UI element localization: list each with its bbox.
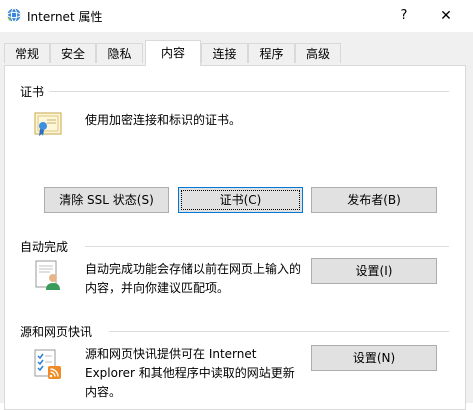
group-divider: [109, 331, 449, 332]
feeds-description-line2: Explorer 和其他程序中读取的网站更新: [85, 366, 295, 380]
autocomplete-heading: 自动完成: [20, 240, 69, 254]
tab-programs[interactable]: 程序: [248, 43, 295, 63]
window-title: Internet 属性: [27, 10, 103, 24]
clear-ssl-state-button[interactable]: 清除 SSL 状态(S): [44, 187, 169, 213]
group-divider: [85, 246, 449, 247]
tab-content[interactable]: 内容: [145, 40, 201, 66]
feeds-settings-button[interactable]: 设置(N): [311, 345, 437, 371]
tab-advanced[interactable]: 高级: [295, 43, 341, 63]
tab-connections[interactable]: 连接: [201, 43, 248, 63]
feeds-icon: [34, 349, 61, 379]
autocomplete-settings-button[interactable]: 设置(I): [311, 258, 437, 284]
title-bar: Internet 属性 ? ✕: [0, 0, 473, 32]
certificates-button[interactable]: 证书(C): [178, 187, 303, 213]
tab-privacy[interactable]: 隐私: [96, 43, 143, 63]
tab-security[interactable]: 安全: [50, 43, 96, 63]
tab-strip: 常规 安全 隐私 内容 连接 程序 高级: [4, 40, 469, 66]
certificate-icon: [34, 112, 62, 136]
autocomplete-description-line1: 自动完成功能会存储以前在网页上输入的: [85, 262, 302, 276]
internet-explorer-icon: [7, 8, 21, 22]
feeds-description-line3: 内容。: [85, 385, 122, 399]
publishers-button[interactable]: 发布者(B): [311, 187, 437, 213]
close-button[interactable]: ✕: [434, 4, 458, 28]
tab-general[interactable]: 常规: [4, 43, 50, 63]
certificates-heading: 证书: [20, 85, 45, 99]
dialog-body: 常规 安全 隐私 内容 连接 程序 高级 证书 使用加密连接和标识的证书。 清除…: [0, 32, 473, 410]
autocomplete-icon: [35, 260, 60, 290]
feeds-heading: 源和网页快讯: [20, 325, 93, 339]
group-divider: [49, 91, 449, 92]
autocomplete-description-line2: 内容，并向你建议匹配项。: [85, 281, 230, 295]
content-panel: 证书 使用加密连接和标识的证书。 清除 SSL 状态(S) 证书(C) 发布者(…: [4, 65, 466, 410]
help-button[interactable]: ?: [392, 4, 416, 28]
certificates-description: 使用加密连接和标识的证书。: [85, 113, 242, 127]
feeds-description-line1: 源和网页快讯提供可在 Internet: [85, 347, 257, 361]
